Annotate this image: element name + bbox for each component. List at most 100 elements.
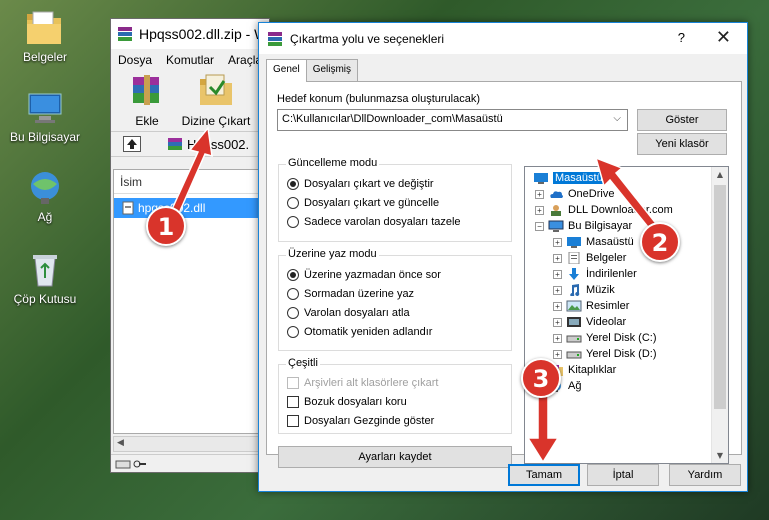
desktop-icon-label: Bu Bilgisayar [9, 130, 81, 144]
scroll-up-icon[interactable]: ▲ [712, 170, 728, 179]
winrar-toolbar: Ekle Dizine Çıkart [111, 71, 269, 131]
tree-expander-icon[interactable]: + [553, 237, 562, 247]
option-keep-broken-files[interactable]: Bozuk dosyaları koru [287, 396, 407, 408]
desktop-icon-documents[interactable]: Belgeler [0, 10, 90, 64]
tree-expander-icon[interactable]: + [553, 269, 562, 279]
extract-to-button[interactable]: Dizine Çıkart [179, 73, 253, 128]
option-show-in-explorer[interactable]: Dosyaları Gezginde göster [287, 415, 434, 427]
menu-file[interactable]: Dosya [118, 53, 152, 67]
tree-node-label: OneDrive [568, 188, 615, 200]
checkbox[interactable] [287, 415, 299, 427]
tab-general[interactable]: Genel [266, 59, 307, 82]
tree-node[interactable]: + Resimler [553, 298, 629, 314]
tree-node[interactable]: Masaüstü [529, 170, 606, 186]
tree-node[interactable]: − Bu Bilgisayar [535, 218, 632, 234]
tree-node[interactable]: + Yerel Disk (D:) [553, 346, 657, 362]
cancel-button[interactable]: İptal [587, 464, 659, 486]
extract-label: Dizine Çıkart [181, 114, 251, 128]
add-button[interactable]: Ekle [121, 73, 173, 128]
annotation-badge-1: 1 [146, 206, 186, 246]
tree-node-label: Yerel Disk (D:) [586, 348, 657, 360]
file-list[interactable]: İsim hpqss002.dll [113, 169, 267, 434]
desktop-icon-recycle-bin[interactable]: Çöp Kutusu [0, 252, 90, 306]
desktop-icon-network[interactable]: Ağ [0, 170, 90, 224]
overwrite-option-rename[interactable]: Otomatik yeniden adlandır [287, 326, 432, 338]
update-option-extract-update[interactable]: Dosyaları çıkart ve güncelle [287, 197, 439, 209]
tab-advanced[interactable]: Gelişmiş [305, 59, 359, 81]
tree-expander-icon[interactable]: + [553, 253, 562, 263]
horizontal-scrollbar[interactable]: ◀ [113, 436, 267, 452]
chevron-down-icon[interactable]: ⌵ [613, 113, 621, 124]
radio-button[interactable] [287, 326, 299, 338]
desktop-icon-this-pc[interactable]: Bu Bilgisayar [0, 90, 90, 144]
tree-node-label: Videolar [586, 316, 627, 328]
tree-expander-icon[interactable]: + [553, 301, 562, 311]
radio-button[interactable] [287, 197, 299, 209]
path-combo[interactable]: Hpqss002. [167, 135, 269, 153]
help-icon[interactable]: ? [678, 30, 685, 45]
menu-tools[interactable]: Araçla [228, 53, 262, 67]
update-option-extract-replace[interactable]: Dosyaları çıkart ve değiştir [287, 178, 434, 190]
save-settings-button[interactable]: Ayarları kaydet [278, 446, 512, 468]
winrar-titlebar[interactable]: Hpqss002.dll.zip - W [111, 19, 269, 49]
tree-node[interactable]: + Müzik [553, 282, 615, 298]
tree-node-label: Belgeler [586, 252, 627, 264]
winrar-logo-icon [268, 31, 282, 46]
archive-icon [168, 138, 182, 150]
column-header-name[interactable]: İsim [114, 170, 266, 194]
scroll-left-icon[interactable]: ◀ [117, 438, 124, 448]
menu-commands[interactable]: Komutlar [166, 53, 214, 67]
radio-button[interactable] [287, 269, 299, 281]
documents-icon [568, 252, 580, 264]
pictures-icon [566, 300, 582, 312]
option-label: Sadece varolan dosyaları tazele [304, 216, 461, 228]
destination-path-value: C:\Kullanıcılar\DllDownloader_com\Masaüs… [282, 113, 503, 125]
vertical-scrollbar[interactable]: ▲ ▼ [711, 167, 728, 463]
tree-node[interactable]: + OneDrive [535, 186, 614, 202]
radio-button[interactable] [287, 288, 299, 300]
update-option-freshen[interactable]: Sadece varolan dosyaları tazele [287, 216, 461, 228]
folder-tree[interactable]: Masaüstü + OneDrive + DLL Downloader.com − Bu … [524, 166, 729, 464]
tree-node-label: İndirilenler [586, 268, 637, 280]
radio-button[interactable] [287, 178, 299, 190]
overwrite-option-without-prompt[interactable]: Sormadan üzerine yaz [287, 288, 414, 300]
tree-expander-icon[interactable]: + [553, 285, 562, 295]
scroll-thumb[interactable] [714, 185, 726, 409]
tree-expander-icon[interactable]: + [553, 317, 562, 327]
tree-expander-icon[interactable]: − [535, 221, 544, 231]
status-bar [111, 454, 269, 472]
extract-dialog[interactable]: Çıkartma yolu ve seçenekleri ? ✕ Genel G… [258, 22, 748, 492]
scroll-down-icon[interactable]: ▼ [712, 451, 728, 460]
tree-expander-icon[interactable]: + [553, 333, 562, 343]
tree-node[interactable]: + İndirilenler [553, 266, 637, 282]
file-row[interactable]: hpqss002.dll [114, 198, 266, 218]
tree-node[interactable]: + Masaüstü [553, 234, 634, 250]
dialog-title: Çıkartma yolu ve seçenekleri [290, 31, 445, 46]
overwrite-option-ask[interactable]: Üzerine yazmadan önce sor [287, 269, 441, 281]
drive-key-icon [115, 460, 146, 469]
tree-expander-icon[interactable]: + [553, 349, 562, 359]
radio-button[interactable] [287, 307, 299, 319]
tree-node[interactable]: + DLL Downloader.com [535, 202, 673, 218]
winrar-window[interactable]: Hpqss002.dll.zip - W Dosya Komutlar Araç… [110, 18, 270, 473]
radio-button[interactable] [287, 216, 299, 228]
up-folder-button[interactable] [123, 136, 141, 152]
option-label: Dosyaları çıkart ve güncelle [304, 197, 440, 209]
tree-node[interactable]: + Yerel Disk (C:) [553, 330, 657, 346]
new-folder-button[interactable]: Yeni klasör [637, 133, 727, 155]
tree-node[interactable]: + Videolar [553, 314, 626, 330]
tree-node-label: Kitaplıklar [568, 364, 617, 376]
ok-button[interactable]: Tamam [508, 464, 580, 486]
help-button[interactable]: Yardım [669, 464, 741, 486]
dialog-titlebar[interactable]: Çıkartma yolu ve seçenekleri ? ✕ [259, 23, 747, 54]
checkbox[interactable] [287, 396, 299, 408]
tree-expander-icon[interactable]: + [535, 189, 544, 199]
tree-node[interactable]: + Belgeler [553, 250, 626, 266]
show-button[interactable]: Göster [637, 109, 727, 131]
tree-expander-icon[interactable]: + [535, 205, 544, 215]
overwrite-option-skip[interactable]: Varolan dosyaları atla [287, 307, 410, 319]
close-icon[interactable]: ✕ [716, 27, 731, 48]
tab-page-general: Hedef konum (bulunmazsa oluşturulacak) C… [266, 81, 742, 468]
destination-path-combo[interactable]: C:\Kullanıcılar\DllDownloader_com\Masaüs… [277, 109, 628, 131]
computer-icon [548, 220, 564, 232]
